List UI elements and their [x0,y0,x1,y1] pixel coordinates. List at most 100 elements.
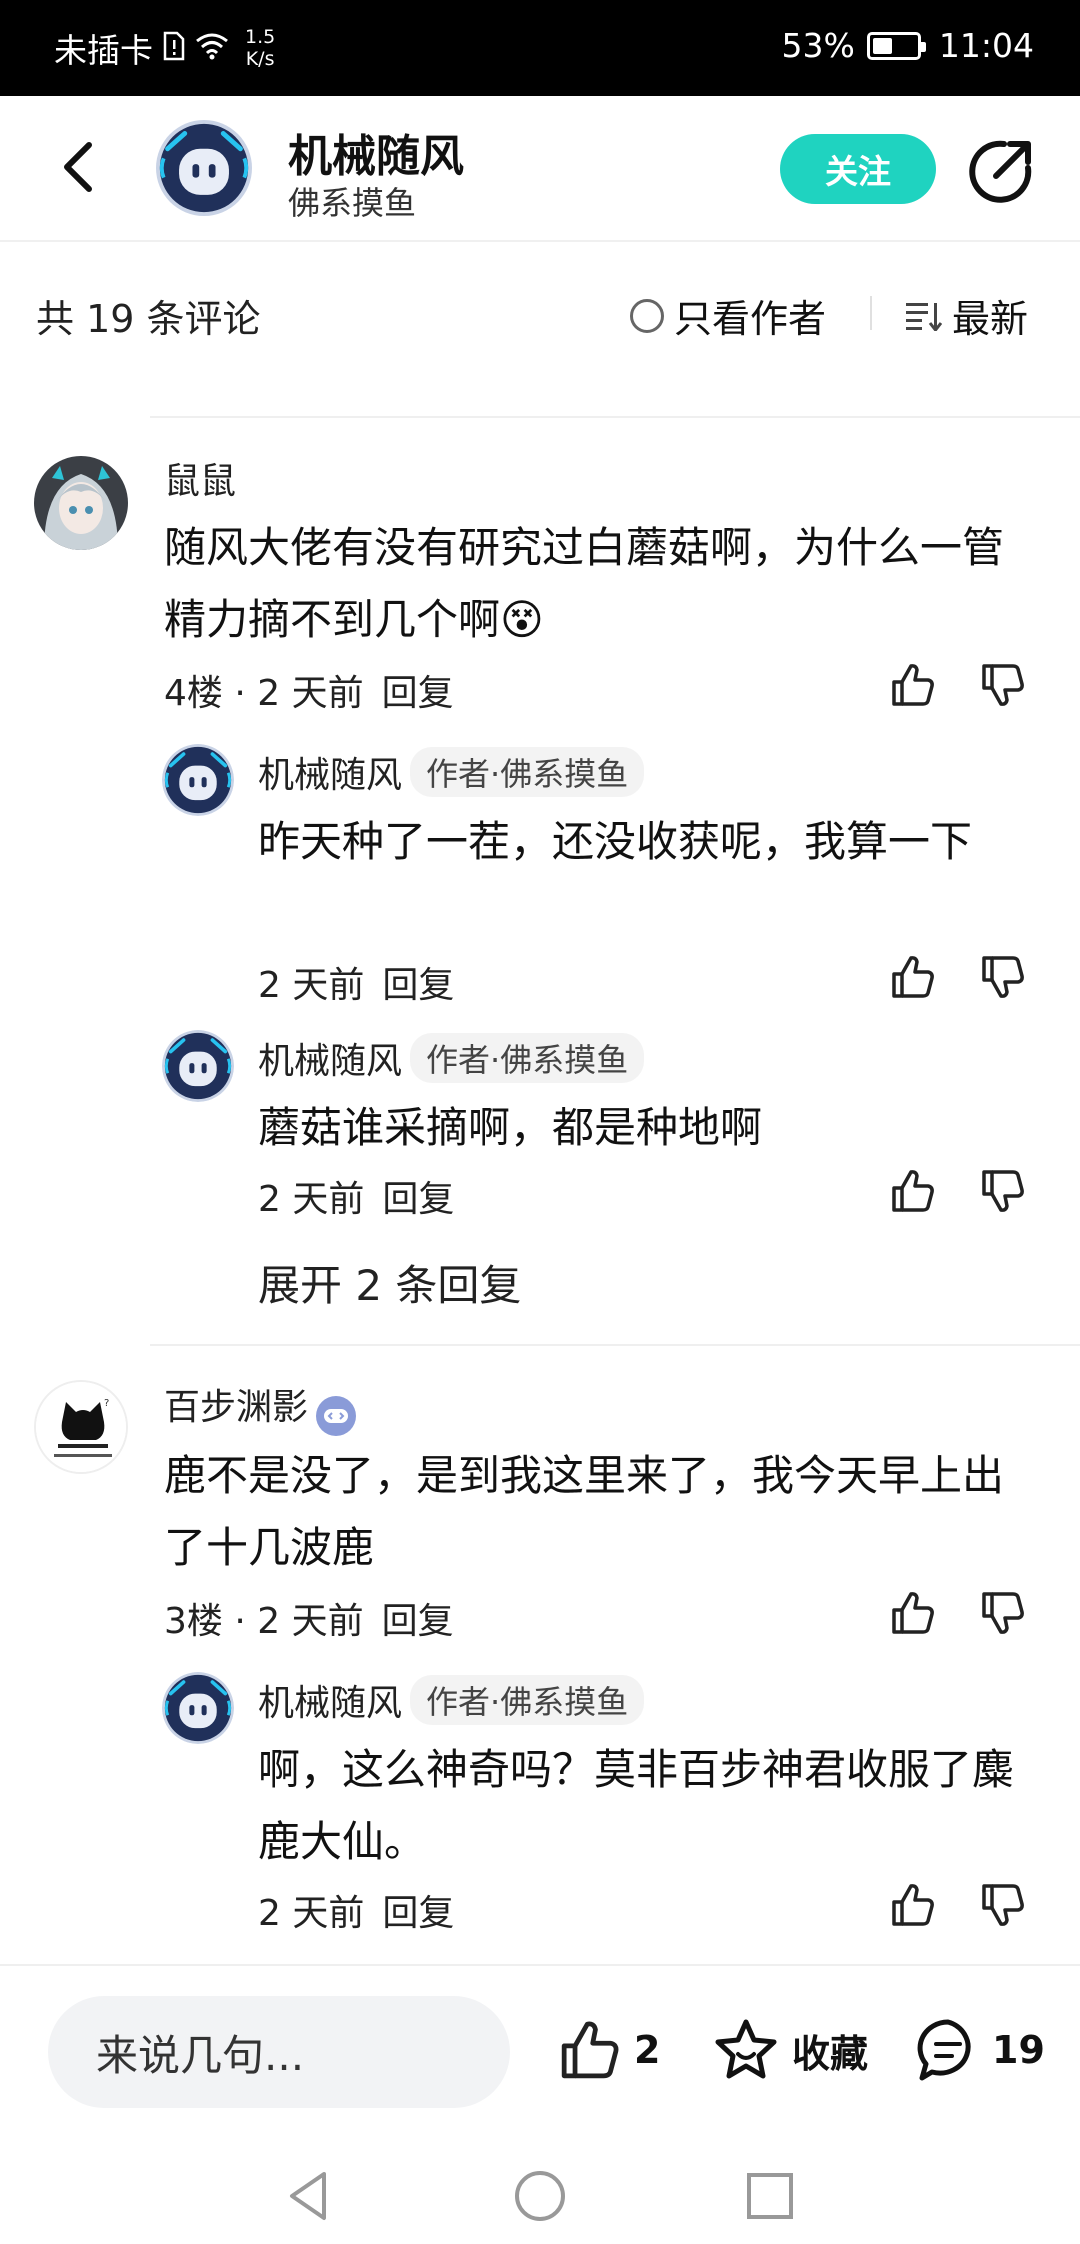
system-nav-bar [0,2144,1080,2244]
battery-percent: 53% [781,26,855,65]
expand-replies-link[interactable]: 展开 2 条回复 [258,1252,521,1313]
reply-author: 机械随风 作者·佛系摸鱼 [258,1674,645,1726]
comment-count-label: 共 19 条评论 [36,297,261,341]
comment-meta: 4楼 · 2 天前 回复 [164,673,454,714]
thumb-up-icon[interactable] [888,1588,938,1638]
favorite-label: 收藏 [792,2031,869,2076]
comment-meta: 3楼 · 2 天前 回复 [164,1601,454,1642]
author-name[interactable]: 机械随风 [288,120,464,184]
follow-button[interactable]: 关注 [780,134,936,204]
svg-text:?: ? [104,1398,109,1409]
reply-author-name[interactable]: 机械随风 [258,755,402,796]
reply-time: 2 天前 [258,1179,365,1220]
reply-button[interactable]: 回复 [382,965,454,1006]
share-button[interactable] [966,136,1036,206]
thumb-up-icon[interactable] [888,1880,938,1930]
reply-meta: 2 天前 回复 [258,1170,454,1222]
author-badge: 作者·佛系摸鱼 [410,1675,645,1725]
black-cat-avatar-icon: ? [36,1382,126,1472]
reply-text: 蘑菇谁采摘啊，都是种地啊 [258,1103,763,1152]
nav-home-icon[interactable] [510,2166,570,2226]
comments-toolbar: 共 19 条评论 只看作者 最新 [0,244,1080,384]
comment-text: 随风大佬有没有研究过白蘑菇啊，为什么一管精力摘不到几个啊😵 [164,523,1005,644]
reply-author-name[interactable]: 机械随风 [258,1683,402,1724]
author-avatar[interactable] [156,120,252,216]
thumb-down-icon[interactable] [978,1166,1028,1216]
commenter-name[interactable]: 鼠鼠 [164,452,236,504]
speed-value: 1.5 [245,26,276,48]
author-only-toggle[interactable]: 只看作者 [630,288,826,343]
back-button[interactable] [44,132,114,202]
comment-input[interactable]: 来说几句... [48,1996,510,2108]
reply-text: 啊，这么神奇吗？莫非百步神君收服了麋鹿大仙。 [258,1745,1015,1866]
comment-time: 2 天前 [257,1601,364,1642]
reply-avatar[interactable] [162,1030,234,1102]
network-speed: 1.5 K/s [245,26,275,70]
comments-button[interactable]: 19 [914,2016,1045,2084]
status-bar: 未插卡 1.5 K/s 53% 11:04 [0,0,1080,96]
thumb-up-icon[interactable] [888,952,938,1002]
floor-label: 4楼 [164,673,223,714]
comment-count: 19 [992,2028,1045,2072]
speed-unit: K/s [245,48,275,70]
reply-author: 机械随风 作者·佛系摸鱼 [258,1032,645,1084]
divider [150,1344,1080,1346]
author-badge: 作者·佛系摸鱼 [410,747,645,797]
no-sim-icon [163,31,185,65]
comment-text: 鹿不是没了，是到我这里来了，我今天早上出了十几波鹿 [164,1451,1005,1572]
reply-avatar[interactable] [162,1672,234,1744]
reply-button[interactable]: 回复 [382,673,454,714]
comment-icon [917,2019,971,2081]
commenter-name-row: 百步渊影 [164,1378,357,1436]
nav-recents-icon[interactable] [740,2166,800,2226]
reply-avatar[interactable] [162,744,234,816]
thumb-down-icon[interactable] [978,660,1028,710]
anime-girl-avatar-icon [34,456,128,550]
battery-icon [866,31,926,60]
author-subtitle: 佛系摸鱼 [288,184,417,222]
like-button[interactable]: 2 [556,2016,660,2084]
author-only-label: 只看作者 [674,297,827,341]
floor-label: 3楼 [164,1601,223,1642]
sort-icon [906,302,942,331]
radio-icon [630,298,664,333]
share-icon [969,140,1032,203]
reply-button[interactable]: 回复 [382,1893,454,1934]
sort-label: 最新 [952,297,1029,341]
toolbar-divider [870,296,872,330]
commenter-avatar[interactable]: ? [34,1380,128,1474]
bottom-action-bar: 来说几句... 2 收藏 19 [0,1964,1080,2144]
reply-meta: 2 天前 回复 [258,956,454,1008]
like-count: 2 [634,2028,661,2072]
reply-author: 机械随风 作者·佛系摸鱼 [258,746,645,798]
nav-back-icon[interactable] [280,2166,340,2226]
commenter-name[interactable]: 百步渊影 [164,1387,308,1428]
thumb-down-icon[interactable] [978,1880,1028,1930]
thumb-up-icon[interactable] [888,660,938,710]
divider [150,416,1080,418]
sort-button[interactable]: 最新 [906,288,1028,343]
reply-meta: 2 天前 回复 [258,1884,454,1936]
wifi-icon [195,32,229,64]
reply-time: 2 天前 [258,965,365,1006]
clock: 11:04 [938,26,1034,65]
game-badge-icon [316,1396,357,1436]
thumb-up-icon [556,2016,624,2084]
carrier-label: 未插卡 [54,31,153,70]
battery-fill [872,37,893,54]
author-badge: 作者·佛系摸鱼 [410,1033,645,1083]
thumb-down-icon[interactable] [978,952,1028,1002]
back-arrow-icon [64,142,92,192]
star-icon [715,2019,777,2079]
reply-author-name[interactable]: 机械随风 [258,1041,402,1082]
reply-button[interactable]: 回复 [382,1601,454,1642]
reply-button[interactable]: 回复 [382,1179,454,1220]
commenter-avatar[interactable] [34,456,128,550]
thumb-down-icon[interactable] [978,1588,1028,1638]
comment-time: 2 天前 [257,673,364,714]
thumb-up-icon[interactable] [888,1166,938,1216]
reply-time: 2 天前 [258,1893,365,1934]
header: 机械随风 佛系摸鱼 关注 [0,96,1080,242]
reply-text: 昨天种了一茬，还没收获呢，我算一下 [258,817,973,866]
favorite-button[interactable]: 收藏 [712,2016,868,2084]
